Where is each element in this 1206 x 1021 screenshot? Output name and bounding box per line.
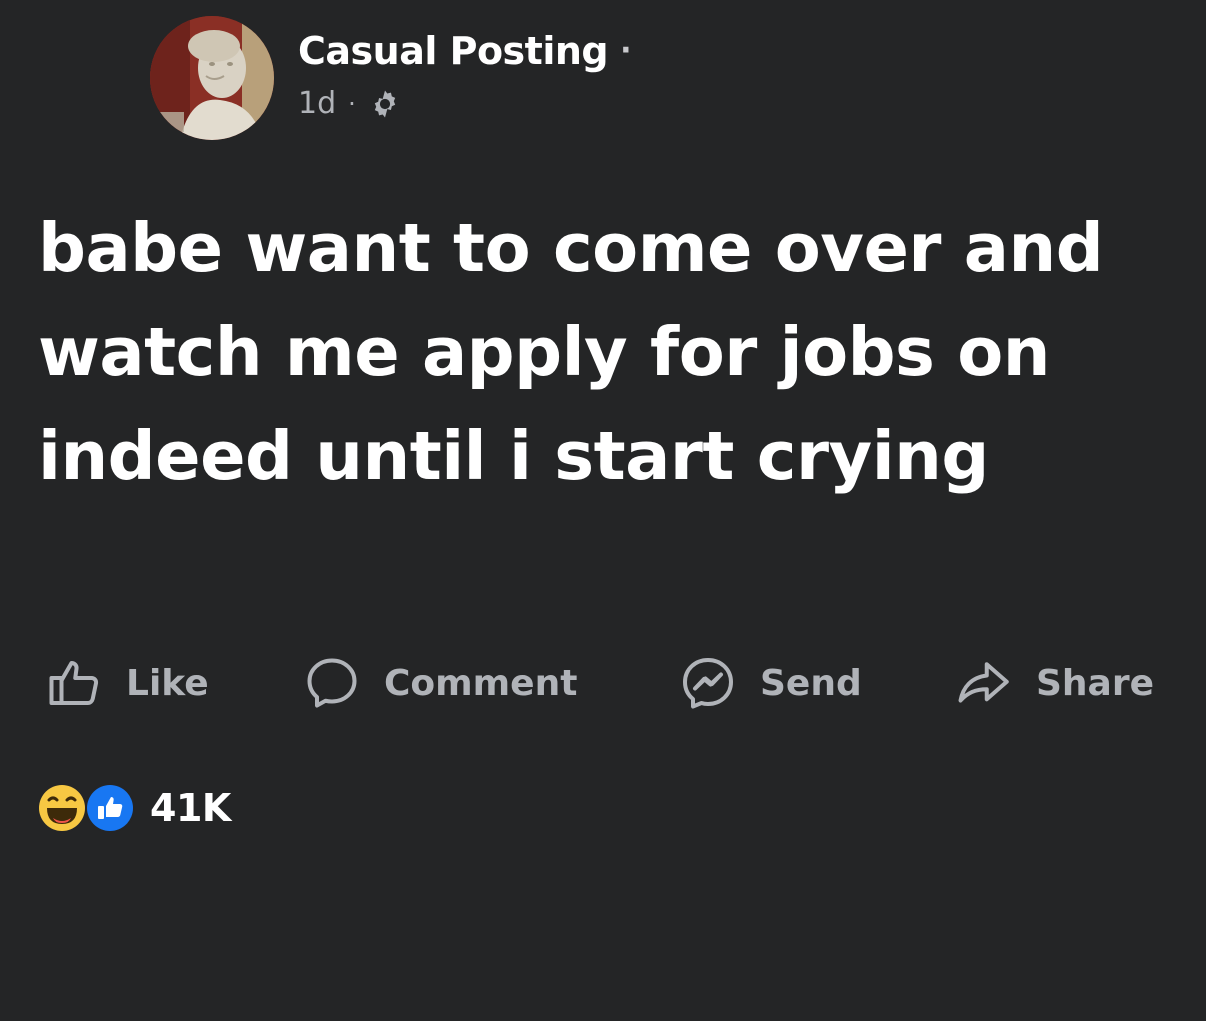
avatar[interactable] <box>150 16 274 140</box>
post-time[interactable]: 1d <box>298 86 336 122</box>
post-action-bar: Like Comment Send Share <box>0 650 1206 716</box>
like-button[interactable]: Like <box>44 650 209 716</box>
post-meta: Casual Posting · 1d · <box>298 28 632 122</box>
post-header: Casual Posting · 1d · <box>150 16 632 140</box>
messenger-icon <box>678 653 738 713</box>
gear-icon[interactable] <box>368 87 402 121</box>
send-label: Send <box>760 662 862 704</box>
comment-bubble-icon <box>302 653 362 713</box>
comment-label: Comment <box>384 662 578 704</box>
time-separator: · <box>348 90 356 118</box>
send-button[interactable]: Send <box>678 650 862 716</box>
reaction-summary[interactable]: 41K <box>36 782 231 834</box>
haha-emoji-icon <box>36 782 88 834</box>
avatar-statue-image <box>150 16 274 140</box>
thumbs-up-icon <box>44 653 104 713</box>
comment-button[interactable]: Comment <box>302 650 577 716</box>
post-subline: 1d · <box>298 86 631 122</box>
author-name[interactable]: Casual Posting <box>298 28 609 74</box>
post-body-text: babe want to come over and watch me appl… <box>38 209 1104 495</box>
share-arrow-icon <box>952 653 1014 713</box>
author-separator: · <box>620 33 632 68</box>
share-button[interactable]: Share <box>952 650 1154 716</box>
like-label: Like <box>126 662 209 704</box>
author-row: Casual Posting · <box>298 28 632 74</box>
share-label: Share <box>1036 662 1155 704</box>
reaction-icons <box>36 782 140 834</box>
like-reaction-icon <box>84 782 136 834</box>
reaction-count: 41K <box>150 786 231 830</box>
